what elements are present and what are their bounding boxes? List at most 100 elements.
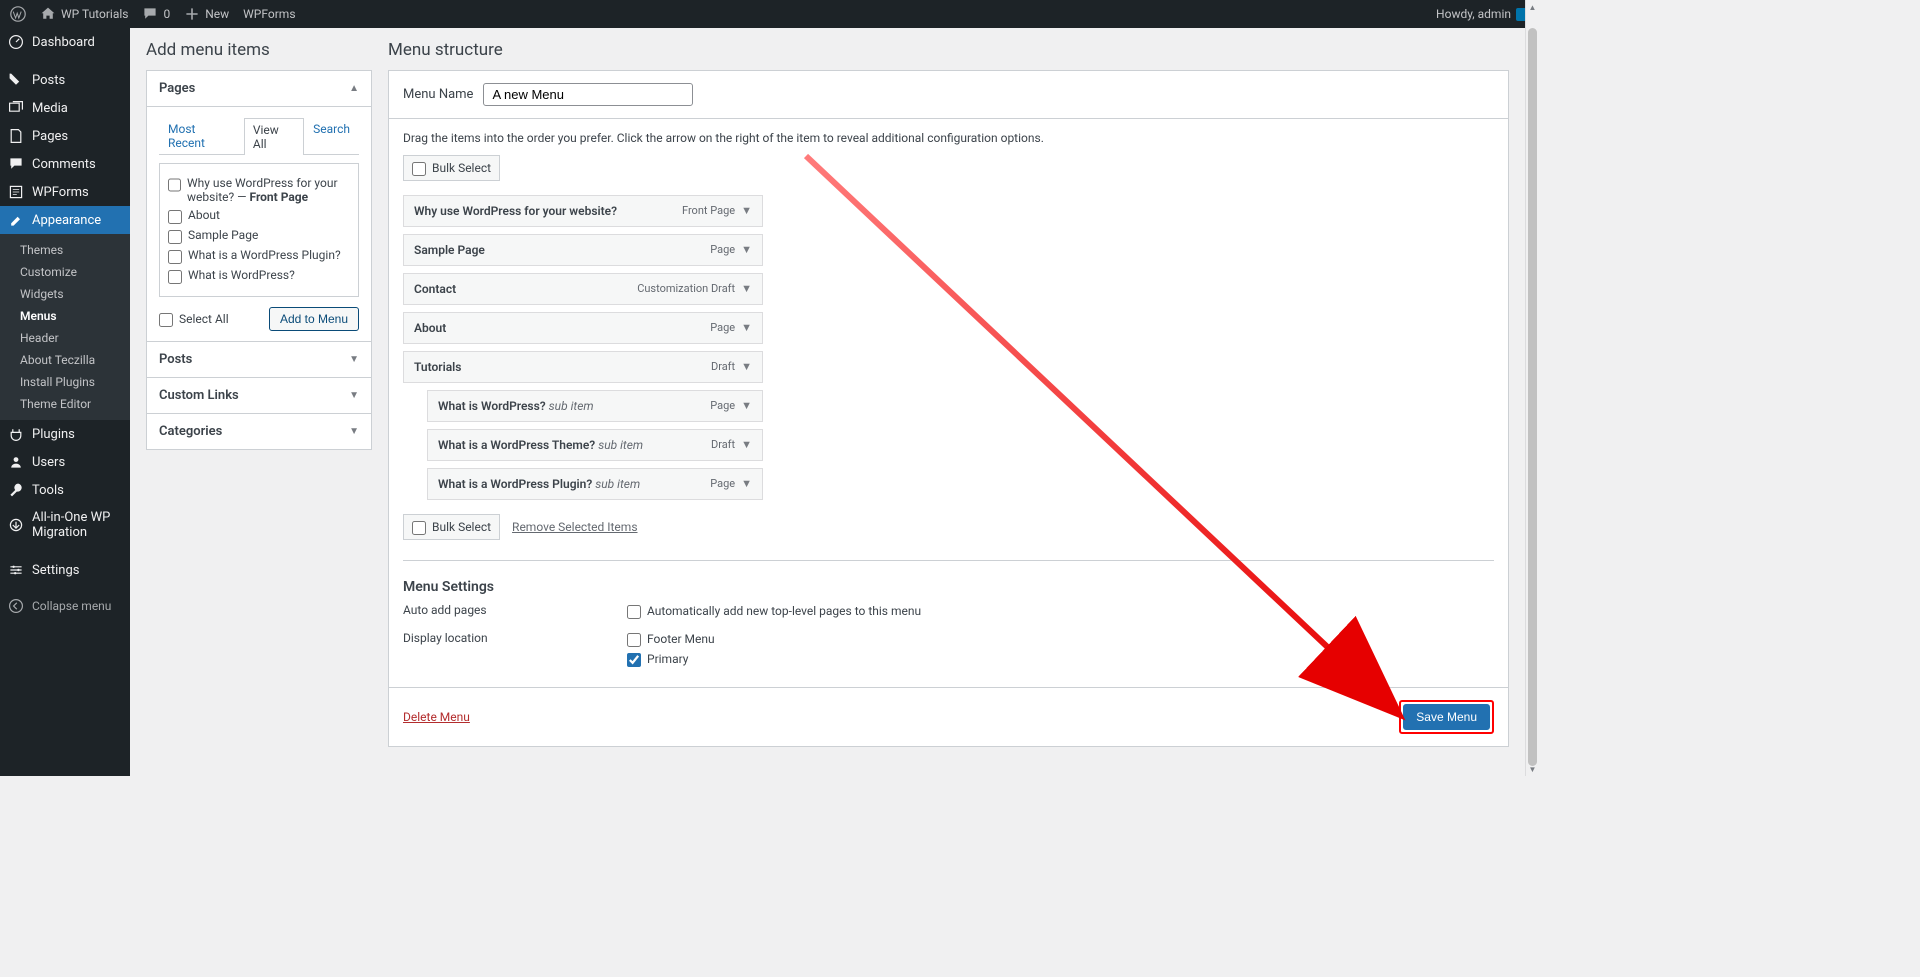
comments-link[interactable]: 0 xyxy=(142,6,170,22)
comments-count: 0 xyxy=(163,7,170,21)
sidebar-sub-item[interactable]: Themes xyxy=(0,239,130,261)
select-all-checkbox[interactable] xyxy=(159,313,173,327)
menu-item[interactable]: About Page ▼ xyxy=(403,312,763,344)
bulk-select-bottom[interactable]: Bulk Select xyxy=(403,514,500,540)
browser-scrollbar[interactable]: ▲ ▼ xyxy=(1525,0,1539,776)
page-option[interactable]: Sample Page xyxy=(168,228,350,244)
accordion-posts[interactable]: Posts▼ xyxy=(147,341,371,377)
tab-view-all[interactable]: View All xyxy=(244,118,304,155)
bulk-select-top[interactable]: Bulk Select xyxy=(403,155,500,181)
sidebar-sub-item[interactable]: Widgets xyxy=(0,283,130,305)
menu-item-type: Page ▼ xyxy=(710,321,752,334)
sidebar-item-plugins[interactable]: Plugins xyxy=(0,420,130,448)
wpforms-link[interactable]: WPForms xyxy=(243,7,295,21)
chevron-down-icon[interactable]: ▼ xyxy=(741,321,752,334)
new-label: New xyxy=(205,7,229,21)
scroll-up-button[interactable]: ▲ xyxy=(1526,0,1539,14)
menu-item[interactable]: What is WordPress? sub itemPage ▼ xyxy=(427,390,763,422)
menu-name-input[interactable] xyxy=(483,83,693,106)
add-to-menu-button[interactable]: Add to Menu xyxy=(269,307,359,331)
sidebar-item-appearance[interactable]: Appearance xyxy=(0,206,130,234)
page-option-checkbox[interactable] xyxy=(168,250,182,264)
sidebar-item-dashboard[interactable]: Dashboard xyxy=(0,28,130,56)
menu-item[interactable]: Sample Page Page ▼ xyxy=(403,234,763,266)
sidebar-item-label: Settings xyxy=(32,563,79,578)
sidebar-item-aiowpm[interactable]: All-in-One WP Migration xyxy=(0,504,130,546)
sidebar-item-settings[interactable]: Settings xyxy=(0,556,130,584)
auto-add-text: Automatically add new top-level pages to… xyxy=(647,604,921,618)
scroll-down-button[interactable]: ▼ xyxy=(1526,762,1539,776)
chevron-down-icon[interactable]: ▼ xyxy=(741,243,752,256)
sidebar-item-label: Tools xyxy=(32,483,64,498)
chevron-down-icon[interactable]: ▼ xyxy=(741,438,752,451)
loc-footer-text: Footer Menu xyxy=(647,632,715,646)
auto-add-checkbox[interactable] xyxy=(627,605,641,619)
chevron-down-icon[interactable]: ▼ xyxy=(741,399,752,412)
sidebar-sub-item[interactable]: About Teczilla xyxy=(0,349,130,371)
menu-item[interactable]: Tutorials Draft ▼ xyxy=(403,351,763,383)
sidebar-item-media[interactable]: Media xyxy=(0,94,130,122)
wp-logo-icon[interactable] xyxy=(10,6,26,22)
sidebar-sub-item[interactable]: Header xyxy=(0,327,130,349)
page-option-label: Why use WordPress for your website? — Fr… xyxy=(187,176,350,204)
chevron-down-icon[interactable]: ▼ xyxy=(741,477,752,490)
bulk-select-bottom-checkbox[interactable] xyxy=(412,521,426,535)
page-option[interactable]: What is WordPress? xyxy=(168,268,350,284)
howdy-link[interactable]: Howdy, admin xyxy=(1436,7,1529,21)
sidebar-item-tools[interactable]: Tools xyxy=(0,476,130,504)
sidebar-item-label: Comments xyxy=(32,157,96,172)
select-all[interactable]: Select All xyxy=(159,311,229,327)
new-link[interactable]: New xyxy=(184,6,229,22)
menu-item[interactable]: What is a WordPress Plugin? sub itemPage… xyxy=(427,468,763,500)
howdy-label: Howdy, admin xyxy=(1436,7,1511,21)
auto-add-option[interactable]: Automatically add new top-level pages to… xyxy=(627,603,921,619)
chevron-down-icon[interactable]: ▼ xyxy=(741,360,752,373)
chevron-down-icon[interactable]: ▼ xyxy=(741,282,752,295)
bulk-select-top-checkbox[interactable] xyxy=(412,162,426,176)
accordion-posts-label: Posts xyxy=(159,352,192,367)
menu-item-title: What is a WordPress Theme? sub item xyxy=(438,438,711,452)
sidebar-sub-item[interactable]: Install Plugins xyxy=(0,371,130,393)
loc-primary-checkbox[interactable] xyxy=(627,653,641,667)
accordion-custom-links[interactable]: Custom Links▼ xyxy=(147,377,371,413)
delete-menu-link[interactable]: Delete Menu xyxy=(403,710,470,724)
tab-search[interactable]: Search xyxy=(304,117,359,154)
sidebar-item-users[interactable]: Users xyxy=(0,448,130,476)
menu-item-title: What is WordPress? sub item xyxy=(438,399,710,413)
scrollbar-thumb[interactable] xyxy=(1528,28,1537,766)
bulk-select-bottom-label: Bulk Select xyxy=(432,520,491,534)
menu-item[interactable]: What is a WordPress Theme? sub itemDraft… xyxy=(427,429,763,461)
page-option-label: About xyxy=(188,208,220,222)
chevron-down-icon[interactable]: ▼ xyxy=(741,204,752,217)
collapse-menu[interactable]: Collapse menu xyxy=(0,592,130,620)
sidebar-item-wpforms[interactable]: WPForms xyxy=(0,178,130,206)
site-link[interactable]: WP Tutorials xyxy=(40,6,128,22)
sidebar-sub-item[interactable]: Theme Editor xyxy=(0,393,130,415)
sidebar-item-comments[interactable]: Comments xyxy=(0,150,130,178)
sidebar-sub-item[interactable]: Customize xyxy=(0,261,130,283)
page-option-checkbox[interactable] xyxy=(168,270,182,284)
loc-footer-option[interactable]: Footer Menu xyxy=(627,631,715,647)
loc-primary-option[interactable]: Primary xyxy=(627,651,715,667)
page-option-checkbox[interactable] xyxy=(168,210,182,224)
page-option-checkbox[interactable] xyxy=(168,178,181,192)
menu-item[interactable]: Contact Customization Draft ▼ xyxy=(403,273,763,305)
page-option[interactable]: Why use WordPress for your website? — Fr… xyxy=(168,176,350,204)
sidebar-sub-item[interactable]: Menus xyxy=(0,305,130,327)
tab-most-recent[interactable]: Most Recent xyxy=(159,117,244,154)
menu-structure-heading: Menu structure xyxy=(388,40,1509,60)
accordion-categories[interactable]: Categories▼ xyxy=(147,413,371,449)
loc-footer-checkbox[interactable] xyxy=(627,633,641,647)
page-option[interactable]: About xyxy=(168,208,350,224)
page-option-checkbox[interactable] xyxy=(168,230,182,244)
menu-item-title: Contact xyxy=(414,282,637,296)
sidebar-item-pages[interactable]: Pages xyxy=(0,122,130,150)
save-menu-button[interactable]: Save Menu xyxy=(1403,704,1490,730)
menu-item[interactable]: Why use WordPress for your website? Fron… xyxy=(403,195,763,227)
sidebar-item-posts[interactable]: Posts xyxy=(0,66,130,94)
remove-selected-link[interactable]: Remove Selected Items xyxy=(512,520,637,534)
page-option[interactable]: What is a WordPress Plugin? xyxy=(168,248,350,264)
accordion-pages[interactable]: Pages▲ xyxy=(147,71,371,106)
save-highlight-box: Save Menu xyxy=(1399,700,1494,734)
site-title: WP Tutorials xyxy=(61,7,128,21)
